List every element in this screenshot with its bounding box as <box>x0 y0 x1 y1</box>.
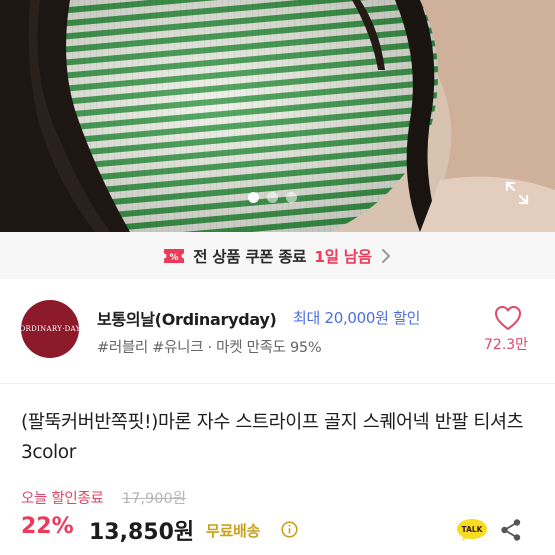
sale-end-label: 오늘 할인종료 <box>21 491 104 507</box>
coupon-icon: % <box>164 248 185 263</box>
free-shipping-label: 무료배송 <box>206 522 261 540</box>
coupon-message: 전 상품 쿠폰 종료 <box>193 247 307 266</box>
carousel-indicator <box>248 192 310 206</box>
svg-text:TALK: TALK <box>462 525 484 534</box>
sale-price: 13,850원 <box>89 520 195 545</box>
carousel-dot[interactable] <box>286 192 297 203</box>
expand-icon <box>505 181 529 205</box>
shop-max-discount[interactable]: 최대 20,000원 할인 <box>293 307 420 328</box>
section-divider <box>0 383 555 384</box>
heart-icon[interactable] <box>494 305 522 331</box>
carousel-dot[interactable] <box>248 192 259 203</box>
product-title: (팔뚝커버반쪽핏!)마론 자수 스트라이프 골지 스퀘어넥 반팔 티셔츠 3co… <box>21 412 524 463</box>
shop-name[interactable]: 보통의날(Ordinaryday) <box>97 306 277 330</box>
share-icon[interactable] <box>500 518 522 542</box>
shop-logo-text: ORDINARY·DAY <box>19 325 81 333</box>
original-price: 17,900원 <box>122 491 187 507</box>
chevron-right-icon <box>381 248 390 263</box>
info-icon[interactable] <box>281 521 298 538</box>
svg-text:%: % <box>170 253 179 263</box>
product-image[interactable] <box>0 0 555 232</box>
kakaotalk-icon[interactable]: TALK <box>456 518 488 542</box>
expand-image-button[interactable] <box>502 178 532 208</box>
coupon-days-left: 1일 남음 <box>314 247 372 266</box>
carousel-dot[interactable] <box>267 192 278 203</box>
shop-logo[interactable]: ORDINARY·DAY <box>19 300 81 358</box>
coupon-banner[interactable]: % 전 상품 쿠폰 종료 1일 남음 <box>0 232 555 279</box>
like-count: 72.3만 <box>484 337 529 353</box>
shop-tags: #러블리 #유니크 · 마켓 만족도 95% <box>97 340 322 356</box>
discount-percent: 22% <box>21 514 74 539</box>
